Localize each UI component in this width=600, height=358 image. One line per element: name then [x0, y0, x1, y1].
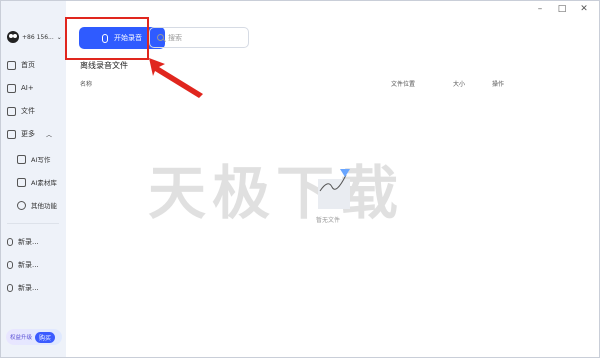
empty-state-text: 暂无文件: [316, 217, 341, 224]
chevron-down-icon: ⌄: [56, 33, 62, 41]
mic-icon: [7, 261, 13, 269]
window-controls: – □ ✕: [531, 3, 593, 15]
folder-icon: [7, 106, 16, 116]
more-icon: [17, 200, 26, 210]
library-icon: [17, 177, 26, 187]
sidebar-item-label: 文件: [21, 107, 35, 115]
upgrade-label: 权益升级: [10, 335, 33, 341]
search-input[interactable]: 搜索: [149, 27, 249, 48]
buy-button[interactable]: 购买: [35, 331, 56, 343]
recording-item[interactable]: 新录...: [7, 282, 39, 294]
sidebar-item-label: AI+: [21, 84, 34, 92]
column-name: 名称: [80, 81, 93, 88]
app-window: +86 156... ⌄ 首页 AI+ 文件 更多 ︿ AI写作 AI素材库 其…: [0, 0, 600, 358]
avatar: [7, 31, 19, 43]
sidebar-item-ai-library[interactable]: AI素材库: [17, 176, 57, 188]
recording-item[interactable]: 新录...: [7, 236, 39, 248]
sidebar-item-more[interactable]: 更多 ︿: [7, 128, 52, 140]
sidebar-item-ai-writing[interactable]: AI写作: [17, 153, 50, 165]
recording-label: 新录...: [18, 261, 39, 269]
mic-icon: [7, 238, 13, 246]
upgrade-banner[interactable]: 权益升级 购买: [6, 329, 62, 345]
recording-label: 新录...: [18, 238, 39, 246]
section-title: 离线录音文件: [80, 61, 128, 70]
column-location: 文件位置: [391, 81, 416, 88]
highlight-box: [65, 17, 149, 60]
sidebar-item-files[interactable]: 文件: [7, 105, 35, 117]
sidebar-item-label: 更多: [21, 130, 35, 138]
search-placeholder: 搜索: [168, 33, 182, 42]
sidebar-item-label: AI素材库: [31, 179, 57, 187]
account-phone: +86 156...: [22, 33, 54, 41]
sidebar: +86 156... ⌄ 首页 AI+ 文件 更多 ︿ AI写作 AI素材库 其…: [1, 1, 66, 357]
sidebar-item-label: 首页: [21, 61, 35, 69]
column-actions: 操作: [492, 81, 505, 88]
sidebar-item-ai[interactable]: AI+: [7, 82, 34, 94]
sidebar-item-label: AI写作: [31, 156, 51, 164]
sidebar-item-label: 其他功能: [31, 202, 57, 210]
sidebar-item-home[interactable]: 首页: [7, 59, 35, 71]
grid-icon: [7, 129, 16, 139]
chevron-up-icon: ︿: [46, 131, 53, 139]
maximize-button[interactable]: □: [553, 3, 571, 15]
recording-label: 新录...: [18, 284, 39, 292]
home-icon: [7, 60, 16, 70]
empty-state-illustration: [306, 161, 366, 221]
sidebar-item-other[interactable]: 其他功能: [17, 199, 57, 211]
annotation-arrow: [149, 58, 203, 98]
account-switcher[interactable]: +86 156... ⌄: [7, 31, 62, 43]
sidebar-divider: [7, 223, 59, 224]
edit-icon: [17, 154, 26, 164]
ai-icon: [7, 83, 16, 93]
recording-item[interactable]: 新录...: [7, 259, 39, 271]
minimize-button[interactable]: –: [531, 3, 549, 15]
close-button[interactable]: ✕: [575, 3, 593, 15]
column-size: 大小: [453, 81, 466, 88]
mic-icon: [7, 284, 13, 292]
empty-flag-icon: [319, 169, 350, 192]
search-icon: [157, 34, 164, 41]
